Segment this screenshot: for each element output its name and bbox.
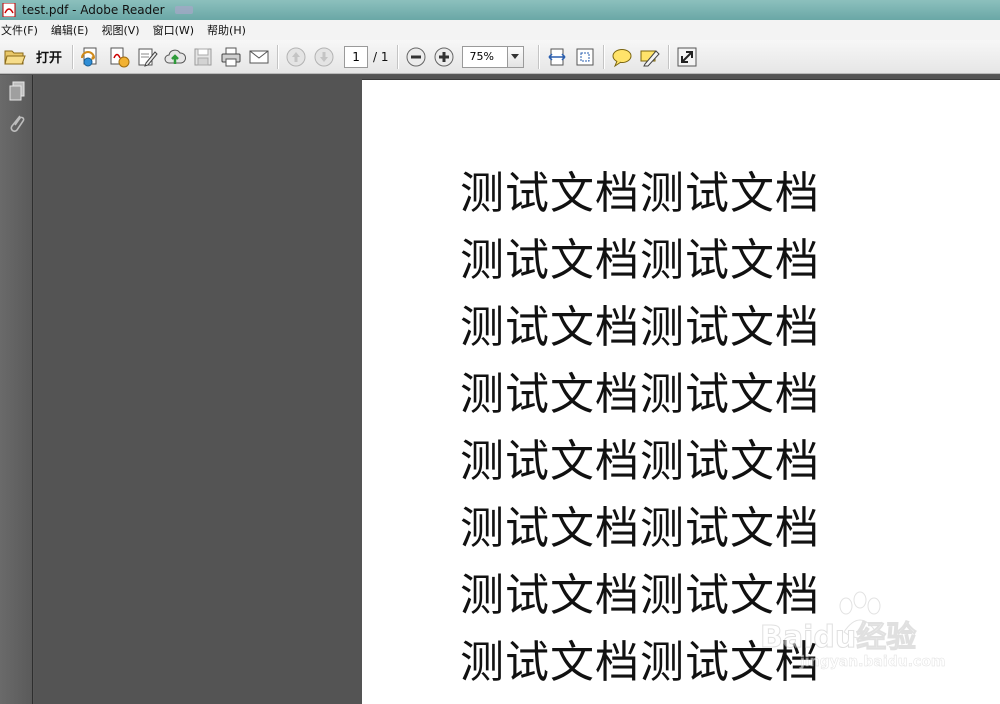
toolbar-separator — [72, 44, 74, 69]
zoom-value[interactable]: 75% — [461, 45, 508, 68]
page-total: / 1 — [373, 49, 389, 64]
baidu-jingyan-watermark: Baidu经验 jingyan.baidu.com — [759, 590, 960, 680]
open-button[interactable]: 打开 — [0, 43, 68, 71]
comment-button[interactable] — [608, 43, 636, 71]
zoom-out-button[interactable] — [402, 43, 430, 71]
document-text-line: 测试文档测试文档 — [460, 168, 820, 219]
plus-icon — [434, 47, 454, 66]
title-bar: test.pdf - Adobe Reader — [0, 0, 1000, 20]
fit-page-button[interactable] — [571, 43, 599, 71]
window-title: test.pdf - Adobe Reader — [22, 3, 165, 17]
page-number-input[interactable]: 1 — [344, 45, 369, 68]
arrow-down-icon — [314, 47, 334, 66]
comment-icon — [612, 48, 632, 67]
zoom-select[interactable]: 75% — [461, 45, 524, 68]
document-text-line: 测试文档测试文档 — [460, 302, 820, 353]
save-icon — [194, 48, 212, 65]
menu-file[interactable]: 文件(F) — [1, 22, 45, 38]
previous-page-button[interactable] — [282, 43, 310, 71]
toolbar-separator — [277, 44, 279, 69]
arrow-up-icon — [286, 47, 306, 66]
navigation-panel — [0, 75, 33, 704]
watermark-url: jingyan.baidu.com — [800, 654, 946, 671]
pages-icon — [9, 81, 24, 101]
zoom-dropdown-button[interactable] — [507, 45, 524, 68]
chevron-down-icon — [511, 54, 520, 59]
print-icon — [221, 47, 241, 66]
toolbar-separator — [602, 44, 604, 69]
create-pdf-icon — [81, 47, 97, 66]
toolbar-separator — [537, 44, 539, 69]
document-text-line: 测试文档测试文档 — [460, 235, 820, 286]
fit-width-icon — [547, 48, 566, 65]
pages-panel-button[interactable] — [0, 75, 33, 107]
fullscreen-button[interactable] — [673, 43, 701, 71]
toolbar: 打开 1 / 1 75% — [0, 40, 1000, 74]
highlight-icon — [640, 49, 660, 66]
edit-button[interactable] — [133, 43, 161, 71]
fit-page-icon — [576, 48, 594, 65]
print-button[interactable] — [217, 43, 245, 71]
menu-bar: 文件(F) 编辑(E) 视图(V) 窗口(W) 帮助(H) — [0, 20, 1000, 40]
document-text-line: 测试文档测试文档 — [460, 369, 820, 420]
watermark-brand: Baidu经验 — [759, 620, 917, 656]
menu-help[interactable]: 帮助(H) — [207, 22, 253, 38]
folder-open-icon — [4, 50, 26, 64]
fit-width-button[interactable] — [543, 43, 571, 71]
open-label: 打开 — [36, 51, 63, 66]
paperclip-icon — [10, 115, 24, 132]
zoom-in-button[interactable] — [430, 43, 458, 71]
menu-edit[interactable]: 编辑(E) — [51, 22, 96, 38]
create-pdf-button[interactable] — [77, 43, 105, 71]
menu-window[interactable]: 窗口(W) — [153, 22, 201, 38]
highlight-button[interactable] — [636, 43, 664, 71]
menu-view[interactable]: 视图(V) — [101, 22, 146, 38]
upload-icon — [164, 49, 187, 64]
upload-button[interactable] — [161, 43, 189, 71]
title-bar-blur — [174, 6, 193, 14]
toolbar-separator — [667, 44, 669, 69]
save-button[interactable] — [189, 43, 217, 71]
minus-icon — [406, 47, 426, 66]
document-text-line: 测试文档测试文档 — [460, 503, 820, 554]
attachments-panel-button[interactable] — [0, 107, 33, 139]
email-button[interactable] — [245, 43, 273, 71]
toolbar-separator — [396, 44, 398, 69]
convert-pdf-icon — [110, 47, 130, 67]
email-icon — [249, 50, 269, 63]
fullscreen-icon — [677, 47, 697, 66]
next-page-button[interactable] — [310, 43, 338, 71]
pdf-file-icon — [2, 3, 16, 17]
edit-icon — [138, 48, 158, 67]
convert-pdf-button[interactable] — [105, 43, 133, 71]
document-text-line: 测试文档测试文档 — [460, 436, 820, 487]
